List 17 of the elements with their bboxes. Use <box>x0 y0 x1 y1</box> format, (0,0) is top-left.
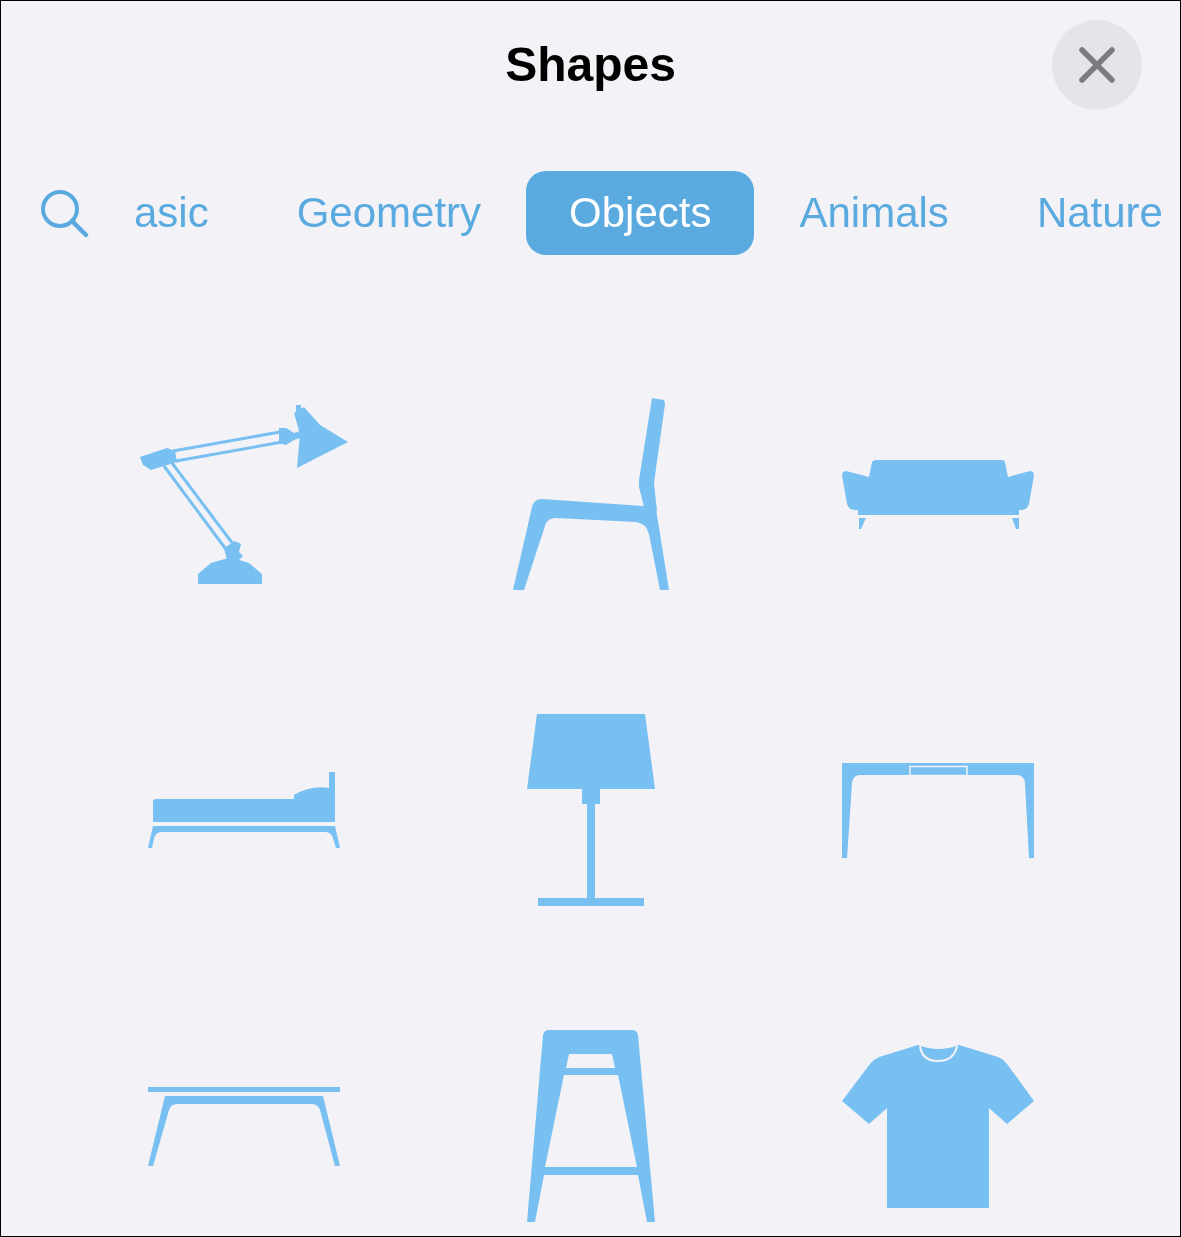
t-shirt-icon[interactable] <box>841 1044 1034 1208</box>
stool-icon[interactable] <box>526 1030 655 1222</box>
table-lamp-icon[interactable] <box>526 714 655 906</box>
desk-icon[interactable] <box>841 762 1034 858</box>
search-icon[interactable] <box>40 188 90 238</box>
sofa-icon[interactable] <box>841 459 1034 529</box>
sheet-title: Shapes <box>505 37 676 94</box>
close-icon <box>1079 47 1115 83</box>
category-tab[interactable]: Objects <box>526 171 755 255</box>
category-tab[interactable]: Nature <box>1036 171 1163 255</box>
category-tab[interactable]: Animals <box>799 171 949 255</box>
category-tab[interactable]: Geometry <box>296 171 482 255</box>
bed-icon[interactable] <box>147 772 340 848</box>
desk-lamp-icon[interactable] <box>139 404 348 584</box>
category-tab[interactable]: asic <box>134 171 209 255</box>
chair-icon[interactable] <box>512 398 669 590</box>
coffee-table-icon[interactable] <box>147 1086 340 1166</box>
